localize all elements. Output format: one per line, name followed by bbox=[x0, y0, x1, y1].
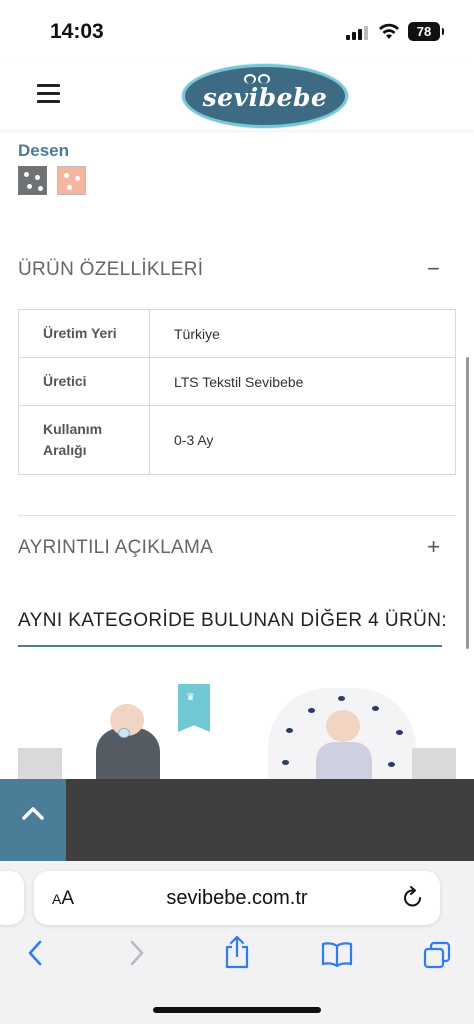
site-header: sevibebe bbox=[0, 62, 474, 130]
back-icon[interactable] bbox=[26, 939, 44, 967]
sevibebe-logo[interactable]: sevibebe bbox=[182, 64, 348, 128]
wifi-icon bbox=[379, 23, 399, 39]
crown-icon: ♛ bbox=[186, 692, 195, 703]
same-category-heading: AYNI KATEGORİDE BULUNAN DİĞER 4 ÜRÜN: bbox=[18, 610, 447, 631]
logo-text: sevibebe bbox=[202, 83, 328, 112]
tabs-icon[interactable] bbox=[423, 941, 451, 969]
battery-icon: 78 bbox=[408, 22, 444, 41]
cellular-signal-icon bbox=[346, 26, 368, 40]
product-card-2[interactable] bbox=[268, 688, 416, 780]
table-row: Üretim Yeri Türkiye bbox=[18, 309, 456, 358]
carousel-prev-button[interactable] bbox=[18, 748, 62, 780]
reload-icon[interactable] bbox=[402, 886, 424, 910]
carousel-next-button[interactable] bbox=[412, 748, 456, 780]
feature-key: Üretici bbox=[18, 357, 150, 406]
browser-toolbar: AA sevibebe.com.tr bbox=[0, 861, 474, 1024]
pattern-label: Desen bbox=[18, 141, 70, 160]
footer-bar bbox=[0, 779, 474, 861]
feature-value: Türkiye bbox=[149, 309, 456, 358]
feature-value: 0-3 Ay bbox=[149, 405, 456, 475]
features-section-title[interactable]: ÜRÜN ÖZELLİKLERİ bbox=[18, 259, 203, 281]
feature-key: Kullanım Aralığı bbox=[18, 405, 150, 475]
chevron-up-icon bbox=[22, 807, 44, 820]
features-table: Üretim Yeri Türkiye Üretici LTS Tekstil … bbox=[18, 309, 456, 475]
home-indicator bbox=[153, 1007, 321, 1013]
features-collapse-toggle[interactable]: − bbox=[427, 256, 440, 282]
scroll-to-top-button[interactable] bbox=[0, 779, 66, 861]
address-bar[interactable]: AA sevibebe.com.tr bbox=[34, 871, 440, 925]
feature-key: Üretim Yeri bbox=[18, 309, 150, 358]
bookmarks-icon[interactable] bbox=[321, 941, 353, 967]
status-time: 14:03 bbox=[50, 20, 104, 43]
pattern-swatch-gray[interactable] bbox=[18, 166, 47, 195]
section-divider bbox=[18, 515, 456, 516]
page-scrollbar[interactable] bbox=[466, 357, 469, 649]
table-row: Kullanım Aralığı 0-3 Ay bbox=[18, 405, 456, 475]
share-icon[interactable] bbox=[224, 935, 250, 969]
heading-underline bbox=[18, 645, 442, 647]
url-text[interactable]: sevibebe.com.tr bbox=[34, 887, 440, 910]
forward-icon[interactable] bbox=[128, 939, 146, 967]
pattern-swatch-peach[interactable] bbox=[57, 166, 86, 195]
status-bar: 14:03 78 bbox=[0, 0, 474, 62]
table-row: Üretici LTS Tekstil Sevibebe bbox=[18, 357, 456, 406]
feature-value: LTS Tekstil Sevibebe bbox=[149, 357, 456, 406]
description-expand-toggle[interactable]: + bbox=[427, 534, 440, 560]
pacifier-icon bbox=[118, 728, 130, 738]
menu-hamburger-icon[interactable] bbox=[37, 84, 60, 104]
previous-tab-peek[interactable] bbox=[0, 871, 24, 925]
description-section-title[interactable]: AYRINTILI AÇIKLAMA bbox=[18, 537, 213, 559]
